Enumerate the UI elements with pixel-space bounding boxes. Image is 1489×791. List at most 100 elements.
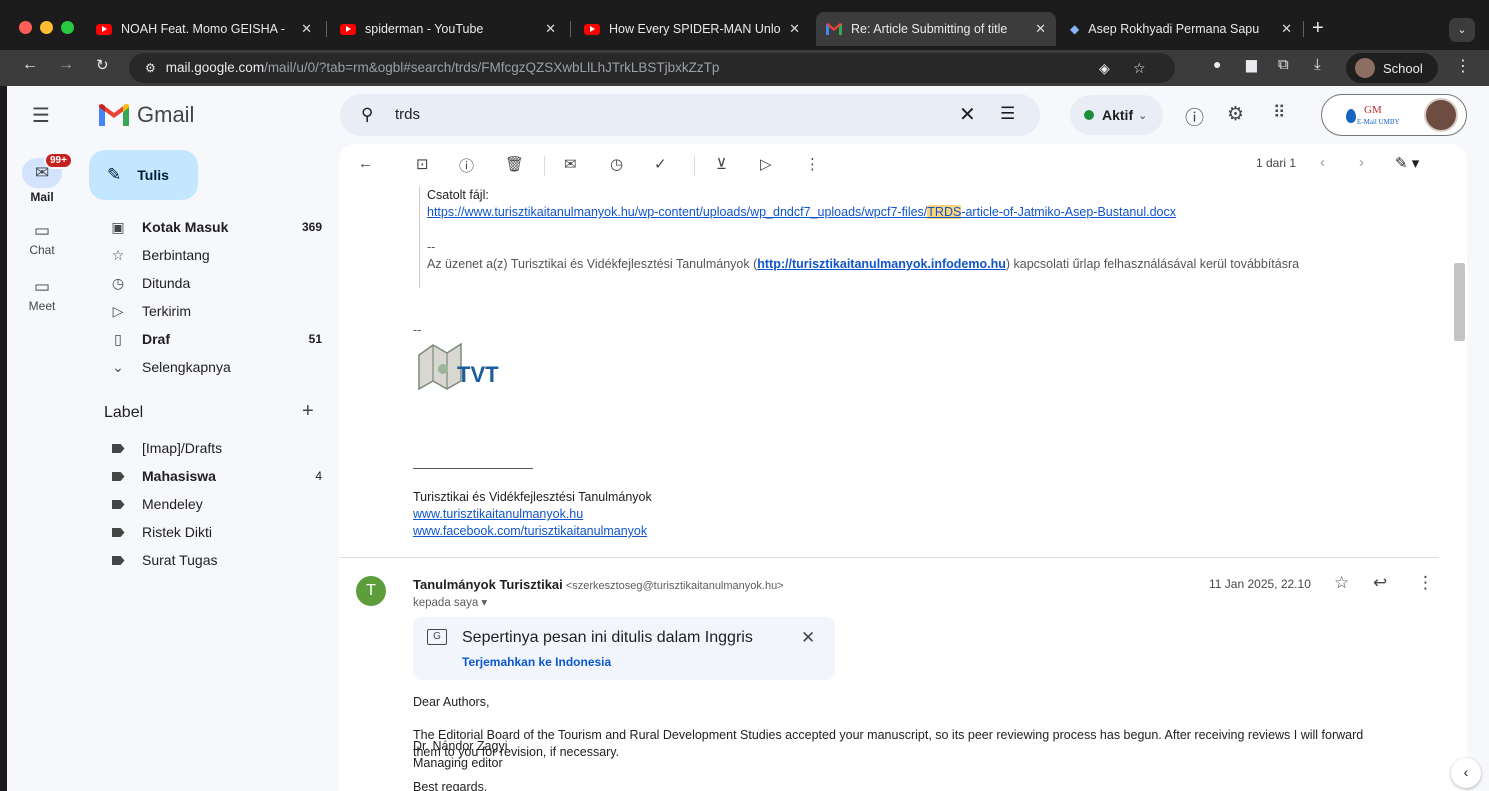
translate-link[interactable]: Terjemahkan ke Indonesia xyxy=(462,655,611,669)
rail-chat[interactable]: ▭ Chat xyxy=(21,221,63,257)
notice-text: ) kapcsolati űrlap felhasználásával kerü… xyxy=(1005,257,1300,271)
close-icon[interactable]: ✕ xyxy=(545,21,556,37)
chat-icon: ▭ xyxy=(33,221,51,240)
eye-slash-icon[interactable]: ◈ xyxy=(1099,53,1110,83)
attachment-link-part: https://www.turisztikaitanulmanyok.hu/wp… xyxy=(427,205,928,219)
gmail-logo[interactable]: Gmail xyxy=(99,102,194,128)
browser-tab[interactable]: ◆ Asep Rokhyadi Permana Sapu ✕ xyxy=(1060,12,1302,46)
clear-search-icon[interactable]: ✕ xyxy=(959,102,976,127)
label-icon[interactable]: ▷ xyxy=(760,155,772,173)
sender-name[interactable]: Tanulmányok Turisztikai xyxy=(413,577,563,592)
search-options-icon[interactable]: ☰ xyxy=(1000,104,1015,124)
scrollbar-thumb[interactable] xyxy=(1454,263,1465,341)
status-label: Aktif xyxy=(1102,107,1134,123)
profile-label: School xyxy=(1383,60,1423,76)
more-options-icon[interactable]: ⋮ xyxy=(805,155,820,173)
recipients-toggle[interactable]: kepada saya ▾ xyxy=(413,595,487,609)
input-tools-icon[interactable]: ✎ ▾ xyxy=(1395,154,1419,172)
account-switcher[interactable]: GM E-Mail UMBY xyxy=(1321,94,1467,136)
label-name: Mendeley xyxy=(142,496,203,512)
close-icon[interactable]: ✕ xyxy=(1035,21,1046,37)
new-tab-icon[interactable]: + xyxy=(1312,17,1324,40)
nav-item-more[interactable]: ⌄ Selengkapnya xyxy=(89,353,334,381)
zoom-window-button[interactable] xyxy=(61,21,74,34)
signature-facebook-link[interactable]: www.facebook.com/turisztikaitanulmanyok xyxy=(413,524,647,538)
main-menu-icon[interactable]: ☰ xyxy=(32,103,50,128)
archive-icon[interactable]: ⊡ xyxy=(416,155,429,173)
add-task-icon[interactable]: ✓ xyxy=(654,155,667,173)
signature-website-link[interactable]: www.turisztikaitanulmanyok.hu xyxy=(413,507,583,521)
gmail-page: ☰ Gmail ⚲ trds ✕ ☰ Aktif ⌄ ⓘ ⚙ ⠿ GM E-Ma… xyxy=(7,86,1489,791)
nav-item-drafts[interactable]: ▯ Draf 51 xyxy=(89,325,334,353)
nav-item-inbox[interactable]: ▣ Kotak Masuk 369 xyxy=(89,213,334,241)
back-icon[interactable]: ← xyxy=(22,56,38,74)
close-window-button[interactable] xyxy=(19,21,32,34)
download-icon[interactable]: ⤓ xyxy=(1314,56,1321,73)
help-icon[interactable]: ⓘ xyxy=(1185,103,1204,130)
browser-profile-button[interactable]: School xyxy=(1346,53,1438,83)
newer-icon[interactable]: ‹ xyxy=(1320,154,1325,171)
close-icon[interactable]: ✕ xyxy=(801,628,815,648)
extensions-puzzle-icon[interactable]: ⧉ xyxy=(1278,56,1289,73)
nav-item-starred[interactable]: ☆ Berbintang xyxy=(89,241,334,269)
older-icon[interactable]: › xyxy=(1359,154,1364,171)
sender-line: Tanulmányok Turisztikai <szerkesztoseg@tu… xyxy=(413,577,784,592)
nav-label: Draf xyxy=(142,331,171,347)
label-item[interactable]: [Imap]/Drafts xyxy=(89,434,334,462)
quoted-signature-separator: -- xyxy=(427,240,436,254)
tab-title: Re: Article Submitting of title xyxy=(851,22,1008,36)
add-label-icon[interactable]: + xyxy=(302,400,314,423)
bookmark-star-icon[interactable]: ☆ xyxy=(1133,53,1146,83)
label-item[interactable]: Mendeley xyxy=(89,490,334,518)
move-to-icon[interactable]: ⊻ xyxy=(716,155,727,173)
tab-title: Asep Rokhyadi Permana Sapu xyxy=(1088,22,1260,36)
apps-grid-icon[interactable]: ⠿ xyxy=(1273,103,1285,123)
notice-link[interactable]: http://turisztikaitanulmanyok.infodemo.h… xyxy=(757,257,1006,271)
message-more-icon[interactable]: ⋮ xyxy=(1417,573,1434,593)
rail-meet[interactable]: ▭ Meet xyxy=(21,277,63,313)
side-panel-toggle-icon[interactable]: ‹ xyxy=(1451,758,1481,788)
signature-separator: -- xyxy=(413,323,422,337)
close-icon[interactable]: ✕ xyxy=(789,21,800,37)
rail-mail[interactable]: ✉ 99+ Mail xyxy=(21,152,73,204)
reload-icon[interactable]: ↻ xyxy=(96,56,109,74)
close-icon[interactable]: ✕ xyxy=(301,21,312,37)
compose-button[interactable]: ✎ Tulis xyxy=(89,150,198,200)
back-to-results-icon[interactable]: ← xyxy=(358,155,373,172)
label-tag-icon xyxy=(108,440,128,456)
status-selector[interactable]: Aktif ⌄ xyxy=(1070,95,1163,135)
browser-tab[interactable]: NOAH Feat. Momo GEISHA - ✕ xyxy=(86,12,322,46)
reply-icon[interactable]: ↩ xyxy=(1373,573,1387,593)
label-item[interactable]: Surat Tugas xyxy=(89,546,334,574)
tab-search-icon[interactable]: ⌄ xyxy=(1449,18,1475,42)
attachment-link[interactable]: https://www.turisztikaitanulmanyok.hu/wp… xyxy=(427,205,1176,219)
extension-doc-icon[interactable]: ▆ xyxy=(1246,56,1257,73)
nav-item-snoozed[interactable]: ◷ Ditunda xyxy=(89,269,334,297)
message-signer-role: Managing editor xyxy=(413,756,503,770)
nav-count: 51 xyxy=(308,332,322,346)
delete-icon[interactable]: 🗑 xyxy=(505,155,524,173)
minimize-window-button[interactable] xyxy=(40,21,53,34)
sender-avatar[interactable]: T xyxy=(356,576,386,606)
browser-tab[interactable]: How Every SPIDER-MAN Unlo ✕ xyxy=(574,12,810,46)
snooze-icon[interactable]: ◷ xyxy=(610,155,623,173)
extension-globe-icon[interactable]: ● xyxy=(1213,56,1221,72)
site-settings-icon[interactable]: ⚙ xyxy=(145,61,156,75)
profile-avatar xyxy=(1355,58,1375,78)
label-item[interactable]: Mahasiswa 4 xyxy=(89,462,334,490)
search-icon[interactable]: ⚲ xyxy=(361,105,373,125)
address-bar[interactable]: ⚙ mail.google.com/mail/u/0/?tab=rm&ogbl#s… xyxy=(129,53,1175,83)
mark-unread-icon[interactable]: ✉ xyxy=(564,155,577,173)
label-item[interactable]: Ristek Dikti xyxy=(89,518,334,546)
mail-search-bar[interactable]: ⚲ trds ✕ ☰ xyxy=(340,94,1040,136)
browser-menu-icon[interactable]: ⋮ xyxy=(1455,56,1471,76)
settings-gear-icon[interactable]: ⚙ xyxy=(1227,103,1244,126)
close-icon[interactable]: ✕ xyxy=(1281,21,1292,37)
browser-tab[interactable]: spiderman - YouTube ✕ xyxy=(330,12,566,46)
nav-item-sent[interactable]: ▷ Terkirim xyxy=(89,297,334,325)
report-spam-icon[interactable]: ⓘ xyxy=(459,155,474,176)
browser-tab-active[interactable]: Re: Article Submitting of title ✕ xyxy=(816,12,1056,46)
forward-icon[interactable]: → xyxy=(58,56,74,74)
star-icon[interactable]: ☆ xyxy=(1334,573,1349,593)
search-input[interactable]: trds xyxy=(395,106,420,123)
